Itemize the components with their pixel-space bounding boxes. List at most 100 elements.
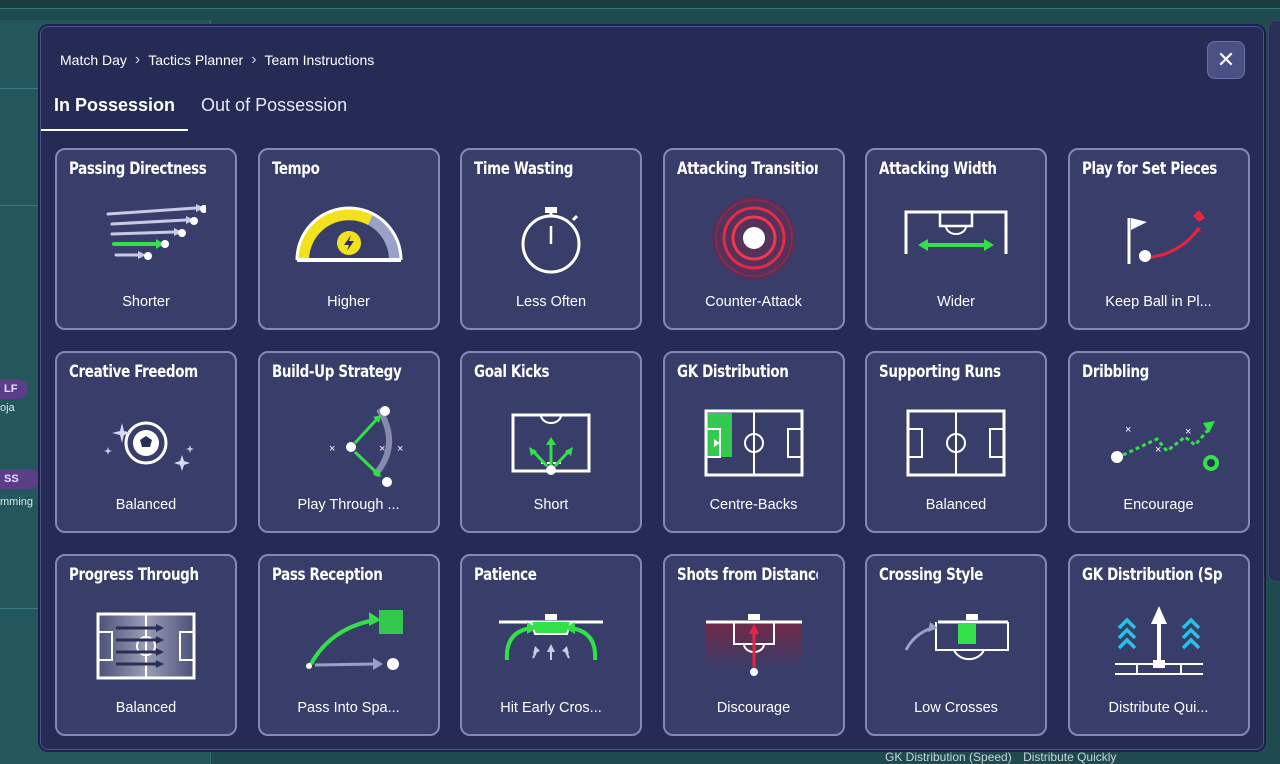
background-position-chip: SS [0, 469, 40, 489]
instruction-card-goal-kicks[interactable]: Goal Kicks Short [460, 351, 642, 533]
card-title: Progress Through [69, 565, 199, 585]
breadcrumb-tactics-planner[interactable]: Tactics Planner [148, 52, 243, 68]
card-title: Passing Directness [69, 159, 207, 179]
build-up-icon: × × × [260, 391, 438, 487]
background-top-bar [0, 0, 1280, 9]
card-title: GK Distribution (Speed) [1081, 565, 1223, 585]
card-value: Play Through ... [297, 497, 400, 513]
card-title: Time Wasting [474, 159, 574, 179]
svg-text:×: × [329, 443, 335, 455]
tab-in-possession[interactable]: In Possession [41, 91, 189, 131]
svg-text:×: × [1125, 424, 1131, 436]
card-title: Crossing Style [879, 565, 984, 585]
crossing-icon [867, 594, 1045, 690]
svg-text:×: × [1195, 223, 1202, 237]
card-value: Balanced [925, 497, 987, 513]
card-value: Centre-Backs [709, 497, 798, 513]
instruction-card-gk-distribution-speed[interactable]: GK Distribution (Speed) Distribute Qui..… [1067, 554, 1250, 736]
pitch-icon [867, 391, 1045, 487]
card-value: Balanced [115, 700, 177, 716]
breadcrumb-match-day[interactable]: Match Day [60, 52, 127, 68]
instruction-card-passing-directness[interactable]: Passing Directness Shorter [55, 148, 237, 330]
instruction-card-shots-from-distance[interactable]: Shots from Distance Discourage [662, 554, 845, 736]
close-icon: ✕ [1216, 47, 1236, 72]
card-value: Short [533, 497, 569, 513]
sparkle-ball-icon [57, 391, 235, 487]
instruction-card-creative-freedom[interactable]: Creative Freedom Balanced [55, 351, 237, 533]
card-title: Creative Freedom [69, 362, 198, 382]
card-value: Distribute Qui... [1108, 700, 1209, 716]
instruction-card-dribbling[interactable]: Dribbling × × × Encourage [1067, 351, 1250, 533]
instruction-card-attacking-transition[interactable]: Attacking Transition Counter-Attack [662, 148, 845, 330]
instruction-card-attacking-width[interactable]: Attacking Width Wider [865, 148, 1047, 330]
tab-out-of-possession[interactable]: Out of Possession [188, 91, 360, 131]
card-value: Low Crosses [914, 700, 998, 716]
close-button[interactable]: ✕ [1207, 41, 1245, 79]
card-title: Tempo [271, 159, 320, 179]
team-instructions-modal: Match Day › Tactics Planner › Team Instr… [40, 26, 1264, 750]
tempo-gauge-icon [260, 188, 438, 284]
card-value: Higher [327, 294, 370, 310]
card-value: Keep Ball in Pl... [1105, 294, 1212, 310]
card-value: Encourage [1123, 497, 1194, 513]
instruction-card-build-up-strategy[interactable]: Build-Up Strategy × × × Play Through ... [257, 351, 440, 533]
instruction-card-crossing-style[interactable]: Crossing Style Low Crosses [865, 554, 1047, 736]
instruction-card-supporting-runs[interactable]: Supporting Runs Balanced [865, 351, 1047, 533]
shots-distance-icon [665, 594, 843, 690]
card-title: Supporting Runs [879, 362, 1001, 382]
svg-text:×: × [1185, 426, 1191, 438]
chevron-right-icon: › [251, 51, 257, 68]
background-player-name: oja [0, 402, 15, 414]
card-title: Dribbling [1081, 362, 1149, 382]
card-title: Attacking Transition [676, 159, 818, 179]
width-arrow-icon [867, 188, 1045, 284]
card-value: Less Often [515, 294, 587, 310]
stopwatch-icon [462, 188, 640, 284]
card-title: Play for Set Pieces [1081, 159, 1217, 179]
progress-pitch-icon [57, 594, 235, 690]
svg-text:×: × [1155, 444, 1161, 456]
patience-icon [462, 594, 640, 690]
passing-arrows-icon [57, 188, 235, 284]
background-summary-label: GK Distribution (Speed) [885, 750, 1012, 764]
background-divider [0, 205, 44, 206]
background-divider [0, 88, 44, 89]
dribble-path-icon: × × × [1070, 391, 1248, 487]
background-divider [0, 608, 44, 609]
svg-text:×: × [397, 443, 403, 455]
background-player-name: mming [0, 496, 34, 508]
set-piece-flag-icon: × [1070, 188, 1248, 284]
instruction-card-pass-reception[interactable]: Pass Reception Pass Into Spa... [257, 554, 440, 736]
instruction-card-play-for-set-pieces[interactable]: Play for Set Pieces × Keep Ball in Pl... [1067, 148, 1250, 330]
instruction-card-time-wasting[interactable]: Time Wasting Less Often [460, 148, 642, 330]
instruction-card-progress-through[interactable]: Progress Through Balanced [55, 554, 237, 736]
background-summary-value: Distribute Quickly [1023, 750, 1117, 764]
card-value: Hit Early Cros... [500, 700, 602, 716]
breadcrumb-team-instructions: Team Instructions [264, 52, 375, 68]
svg-text:×: × [379, 443, 385, 455]
card-title: Build-Up Strategy [271, 362, 402, 382]
background-right-card [1268, 20, 1280, 582]
tab-bar: In Possession Out of Possession [41, 91, 360, 131]
card-title: Shots from Distance [676, 565, 818, 585]
background-summary-row: GK Distribution (Speed) Distribute Quick… [885, 750, 1124, 764]
instruction-card-tempo[interactable]: Tempo Higher [257, 148, 440, 330]
card-value: Shorter [122, 294, 170, 310]
card-value: Wider [937, 294, 975, 310]
card-title: GK Distribution [676, 362, 789, 382]
breadcrumb: Match Day › Tactics Planner › Team Instr… [60, 51, 374, 69]
card-value: Discourage [716, 700, 791, 716]
card-title: Goal Kicks [474, 362, 550, 382]
card-value: Counter-Attack [705, 294, 802, 310]
card-value: Pass Into Spa... [297, 700, 400, 716]
background-position-chip: LF [0, 379, 28, 399]
pitch-highlight-icon [665, 391, 843, 487]
target-rings-icon [665, 188, 843, 284]
card-title: Attacking Width [879, 159, 997, 179]
instruction-card-patience[interactable]: Patience Hit Early Cros... [460, 554, 642, 736]
instruction-grid: Passing Directness Shorter Tempo Higher … [55, 148, 1250, 736]
card-value: Balanced [115, 497, 177, 513]
instruction-card-gk-distribution[interactable]: GK Distribution Centre-Backs [662, 351, 845, 533]
card-title: Patience [474, 565, 537, 585]
goal-kick-icon [462, 391, 640, 487]
